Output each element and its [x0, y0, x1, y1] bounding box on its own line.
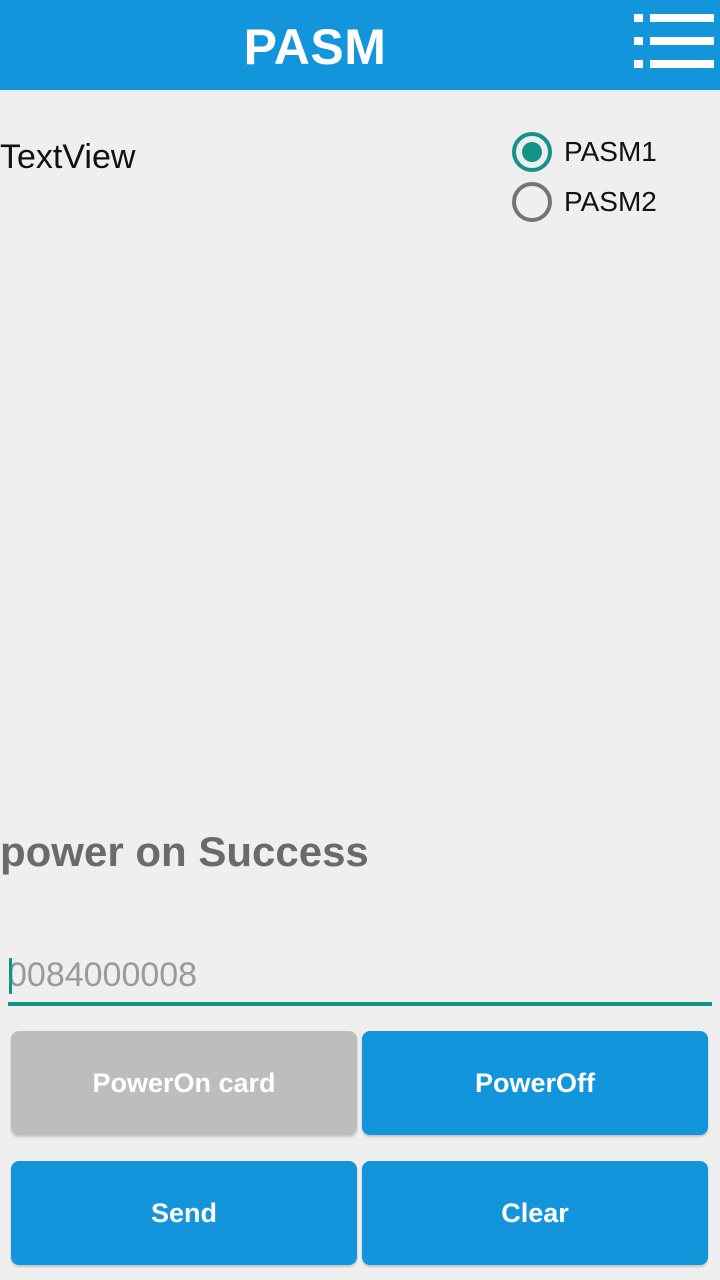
power-off-button[interactable]: PowerOff — [362, 1031, 708, 1135]
screen: PASM TextView PASM1 PASM2 power on Succe… — [0, 0, 720, 1280]
app-bar: PASM — [0, 0, 720, 90]
menu-icon[interactable] — [630, 10, 718, 72]
command-input[interactable] — [8, 948, 712, 1006]
radio-label: PASM2 — [564, 186, 657, 217]
radio-pasm2[interactable]: PASM2 — [510, 177, 710, 227]
clear-button[interactable]: Clear — [362, 1161, 708, 1265]
textview-label: TextView — [0, 138, 136, 176]
command-input-wrap — [8, 948, 712, 1006]
status-text: power on Success — [0, 828, 369, 875]
pasm-radio-group: PASM1 PASM2 — [510, 127, 710, 227]
text-cursor — [9, 958, 12, 994]
radio-pasm1[interactable]: PASM1 — [510, 127, 710, 177]
send-button[interactable]: Send — [11, 1161, 357, 1265]
radio-checked-icon — [512, 132, 552, 172]
app-title: PASM — [243, 19, 387, 75]
power-on-card-button[interactable]: PowerOn card — [11, 1031, 357, 1135]
radio-label: PASM1 — [564, 136, 657, 167]
radio-unchecked-icon — [512, 182, 552, 222]
